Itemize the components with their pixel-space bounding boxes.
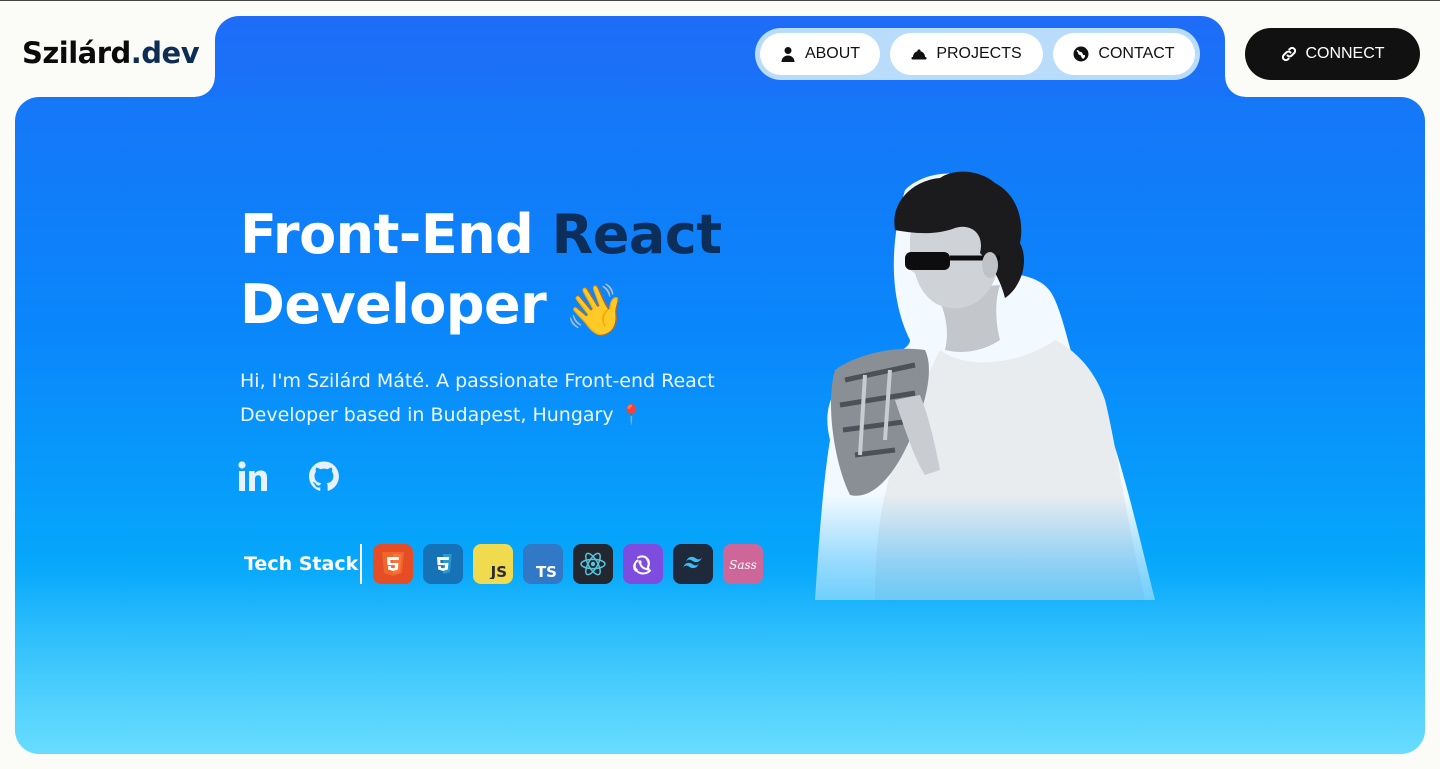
nav-projects-button[interactable]: PROJECTS (890, 33, 1043, 75)
hero-haze (15, 574, 1425, 754)
tailwind-tile (673, 544, 713, 584)
connect-button[interactable]: CONNECT (1245, 28, 1420, 80)
hard-hat-icon (911, 49, 927, 60)
logo-tld: .dev (130, 36, 200, 70)
css3-tile (423, 544, 463, 584)
user-icon (781, 47, 795, 62)
nav-about-button[interactable]: ABOUT (760, 33, 880, 75)
typescript-tile: TS (523, 544, 563, 584)
tech-stack-label: Tech Stack (244, 553, 359, 575)
css3-icon (432, 552, 454, 576)
linkedin-icon (238, 461, 267, 491)
svg-text:TS: TS (536, 563, 557, 579)
redux-icon (633, 555, 651, 575)
hero-corner-left (195, 77, 215, 97)
javascript-tile: JS (473, 544, 513, 584)
sass-tile: Sass (723, 544, 763, 584)
html5-tile (373, 544, 413, 584)
hero-title-part2: Developer (240, 273, 547, 336)
linkedin-link[interactable] (238, 460, 270, 494)
redux-tile (623, 544, 663, 584)
hero-intro: Hi, I'm Szilárd Máté. A passionate Front… (240, 370, 715, 426)
hero-title-accent: React (551, 203, 722, 266)
svg-text:JS: JS (490, 563, 507, 579)
logo-name: Szilárd (22, 36, 131, 70)
github-link[interactable] (308, 460, 340, 494)
typescript-icon: TS (536, 563, 557, 579)
hero-corner-right (1225, 77, 1245, 97)
react-tile (573, 544, 613, 584)
nav-contact-label: CONTACT (1098, 45, 1175, 62)
connect-label: CONNECT (1305, 45, 1385, 62)
tech-stack-divider (360, 544, 362, 584)
react-icon (580, 552, 606, 576)
link-icon (1282, 46, 1297, 62)
hero-title: Front-End React Developer 👋 (240, 200, 722, 345)
javascript-icon: JS (490, 563, 507, 579)
site-logo[interactable]: Szilárd.dev (22, 36, 200, 70)
nav-projects-label: PROJECTS (936, 45, 1022, 62)
sass-icon: Sass (729, 558, 757, 572)
nav-about-label: ABOUT (804, 45, 861, 62)
html5-icon (382, 552, 404, 576)
hero-title-part1: Front-End (240, 203, 552, 266)
window-top-border (0, 0, 1440, 1)
globe-icon (1073, 46, 1089, 62)
waving-hand-emoji: 👋 (564, 281, 627, 339)
tailwind-icon (683, 556, 702, 569)
main-nav: ABOUT PROJECTS CONTACT (755, 28, 1200, 80)
nav-contact-button[interactable]: CONTACT (1053, 33, 1195, 75)
svg-text:Sass: Sass (729, 558, 757, 572)
github-icon (309, 461, 339, 491)
profile-photo (815, 171, 1155, 600)
